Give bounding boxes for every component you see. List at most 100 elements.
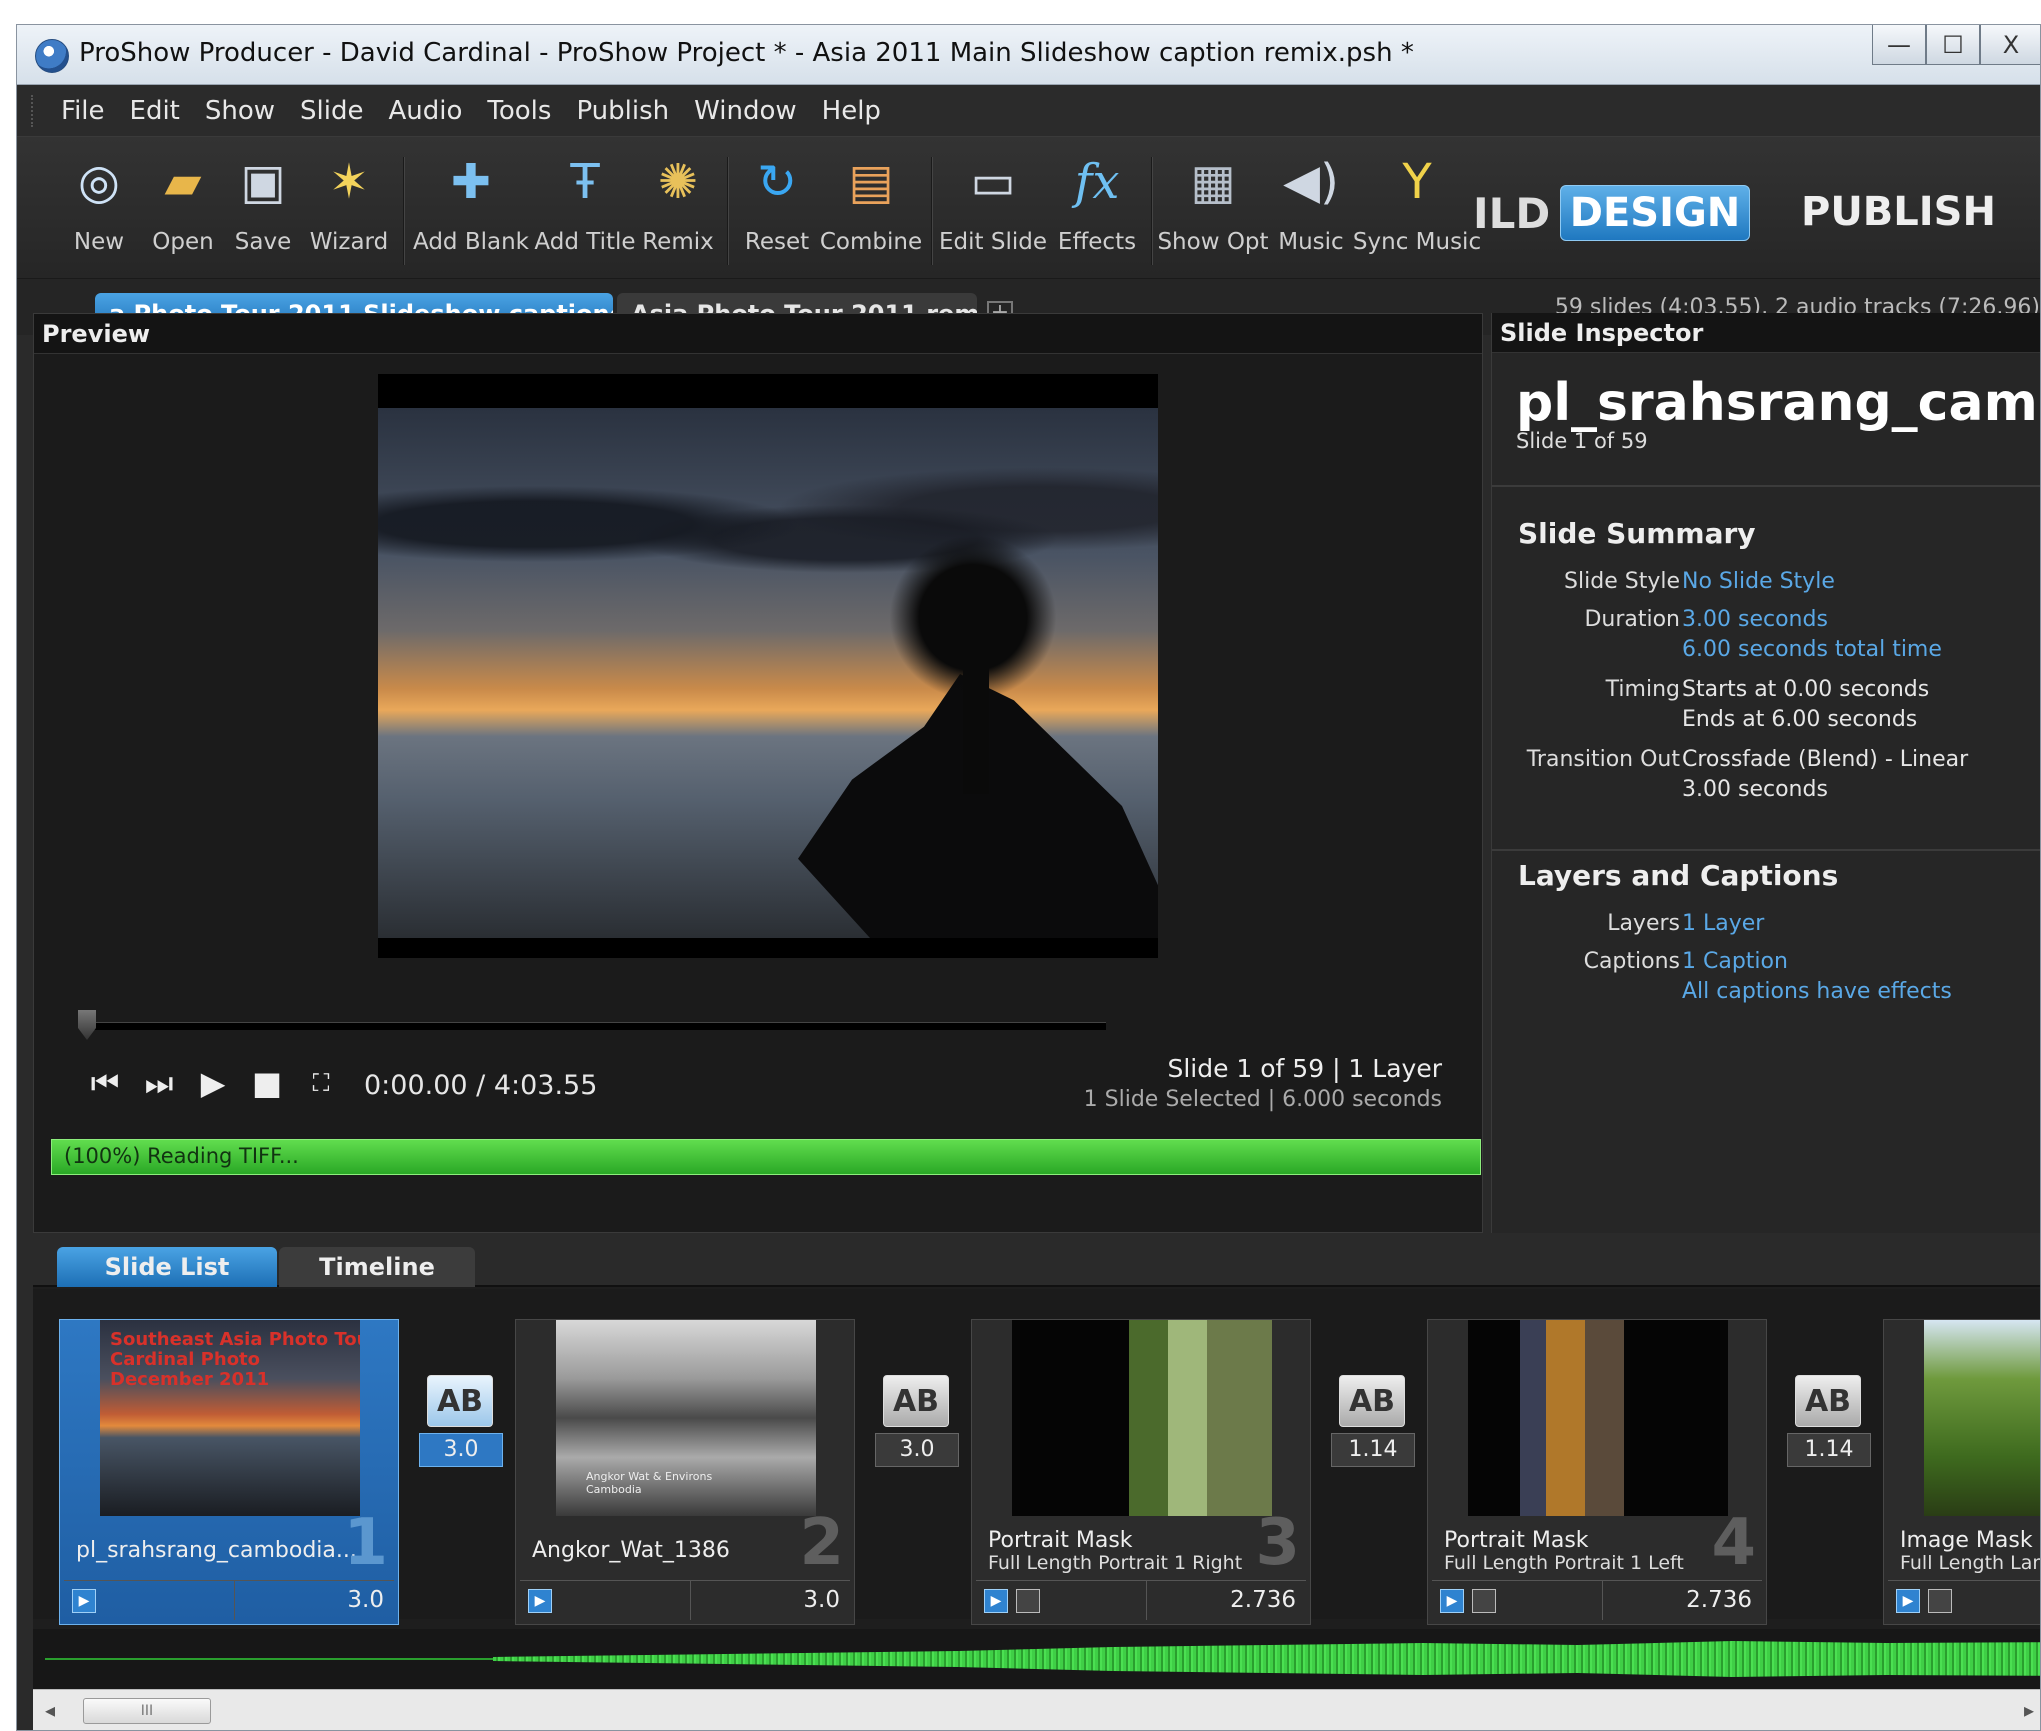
effects-fx-icon: fx [1074,154,1120,210]
play-slide-icon[interactable]: ▶ [528,1589,552,1613]
effects-button[interactable]: fx Effects [1047,145,1147,275]
transition-item[interactable]: AB 1.14 [1331,1375,1415,1475]
slide-controls: ▶ [1888,1580,2040,1620]
scrubber-handle[interactable] [78,1010,96,1040]
menu-help[interactable]: Help [822,96,881,126]
slide-position-info: Slide 1 of 59 | 1 Layer [1167,1054,1442,1083]
slide-item[interactable]: Southeast Asia Photo Tour Cardinal Photo… [59,1319,399,1625]
transition-item[interactable]: AB 3.0 [875,1375,959,1475]
layers-icon[interactable] [1472,1589,1496,1613]
show-options-icon: ▦ [1190,154,1236,210]
timing-label: Timing [1605,677,1680,702]
tab-timeline[interactable]: Timeline [279,1247,475,1287]
slide-thumbnail [1012,1320,1272,1516]
captions-effects-link[interactable]: All captions have effects [1682,979,1952,1004]
reset-button[interactable]: ↻ Reset [727,145,827,275]
transition-item[interactable]: AB 3.0 [419,1375,503,1475]
preview-panel: Preview ⏮ ⏭ ▶ ■ ⛶ 0:00.00 / 4:03.55 Slid… [33,313,1483,1233]
stop-icon[interactable]: ■ [250,1064,284,1102]
combine-label: Combine [819,229,923,255]
add-blank-button[interactable]: ✚ Add Blank [413,145,529,275]
layers-icon[interactable] [1928,1589,1952,1613]
add-title-button[interactable]: Ŧ Add Title [534,145,635,275]
slide-duration[interactable]: 3.0 [347,1587,384,1613]
slide-style-link[interactable]: No Slide Style [1682,569,1835,594]
tab-slide-list[interactable]: Slide List [57,1247,277,1287]
duration-total-link[interactable]: 6.00 seconds total time [1682,637,1942,662]
layers-icon[interactable] [1016,1589,1040,1613]
skip-back-icon[interactable]: ⏮ [88,1064,122,1102]
add-blank-slide-icon: ✚ [450,154,492,210]
slide-thumbnail: Southeast Asia Photo Tour Cardinal Photo… [100,1320,360,1516]
slide-subtitle: Full Length Portrait 1 Left [1444,1552,1684,1574]
play-icon[interactable]: ▶ [196,1064,230,1102]
menu-tools[interactable]: Tools [487,96,551,126]
scroll-left-icon[interactable]: ◂ [45,1698,55,1722]
menu-window[interactable]: Window [694,96,797,126]
music-speaker-icon: ◀) [1283,154,1339,210]
audio-track[interactable] [33,1629,2040,1689]
build-mode-button[interactable]: ILD [1473,189,1550,238]
layers-link[interactable]: 1 Layer [1682,911,1764,936]
menu-slide[interactable]: Slide [300,96,363,126]
sync-music-button[interactable]: Y Sync Music [1353,145,1481,275]
play-slide-icon[interactable]: ▶ [1440,1589,1464,1613]
edit-slide-button[interactable]: ▭ Edit Slide [939,145,1047,275]
play-slide-icon[interactable]: ▶ [1896,1589,1920,1613]
slide-item[interactable]: Portrait Mask Full Length Portrait 1 Rig… [971,1319,1311,1625]
menu-edit[interactable]: Edit [130,96,180,126]
scroll-thumb[interactable]: III [83,1698,211,1724]
slide-info: Slide 1 of 59 | 1 Layer 1 Slide Selected… [1084,1054,1442,1112]
close-button[interactable]: X [1980,25,2040,65]
add-title-slide-icon: Ŧ [570,154,600,210]
menu-show[interactable]: Show [205,96,275,126]
transition-duration[interactable]: 3.0 [419,1433,503,1467]
captions-link[interactable]: 1 Caption [1682,949,1788,974]
sync-music-label: Sync Music [1352,229,1482,255]
layers-captions-title: Layers and Captions [1518,859,1839,892]
slide-duration[interactable]: 2.736 [1230,1587,1296,1613]
play-slide-icon[interactable]: ▶ [72,1589,96,1613]
slide-item[interactable]: Image Mask Full Length Lands ▶ [1883,1319,2040,1625]
slide-name: Image Mask [1900,1528,2033,1553]
menu-file[interactable]: File [61,96,105,126]
new-disc-icon: ◎ [78,154,120,210]
transition-duration[interactable]: 1.14 [1331,1433,1415,1467]
slide-number: 4 [1711,1506,1756,1580]
slide-controls: ▶ 3.0 [520,1580,850,1620]
transition-item[interactable]: AB 1.14 [1787,1375,1871,1475]
wizard-button[interactable]: ✶ Wizard [299,145,399,275]
save-button[interactable]: ▣ Save [213,145,313,275]
show-options-button[interactable]: ▦ Show Opt [1157,145,1268,275]
transition-duration[interactable]: 1.14 [1787,1433,1871,1467]
combine-button[interactable]: ▤ Combine [820,145,922,275]
audio-waveform [493,1641,2040,1677]
slide-item[interactable]: Portrait Mask Full Length Portrait 1 Lef… [1427,1319,1767,1625]
scroll-right-icon[interactable]: ▸ [2024,1698,2034,1722]
publish-mode-button[interactable]: PUBLISH [1801,189,1996,235]
menu-audio[interactable]: Audio [388,96,462,126]
horizontal-scrollbar[interactable]: ◂ III ▸ [33,1689,2040,1730]
playback-scrubber[interactable] [86,1022,1106,1030]
design-mode-button[interactable]: DESIGN [1560,185,1750,241]
duration-link[interactable]: 3.00 seconds [1682,607,1828,632]
slide-list-panel: Slide List Timeline Southeast Asia Photo… [33,1233,2040,1730]
slide-number: 3 [1255,1506,1300,1580]
selection-info: 1 Slide Selected | 6.000 seconds [1083,1087,1442,1112]
slide-duration[interactable]: 3.0 [803,1587,840,1613]
window-title: ProShow Producer - David Cardinal - ProS… [79,38,1414,68]
play-slide-icon[interactable]: ▶ [984,1589,1008,1613]
minimize-button[interactable]: — [1872,25,1926,65]
menu-publish[interactable]: Publish [576,96,669,126]
fullscreen-icon[interactable]: ⛶ [304,1066,338,1100]
remix-icon: ✺ [657,154,699,210]
proshow-app-icon [35,39,69,73]
remix-button[interactable]: ✺ Remix [628,145,728,275]
music-button[interactable]: ◀) Music [1261,145,1361,275]
skip-forward-icon[interactable]: ⏭ [142,1064,176,1102]
transition-duration[interactable]: 3.0 [875,1433,959,1467]
slide-item[interactable]: Angkor Wat & Environs Cambodia Angkor_Wa… [515,1319,855,1625]
slide-subtitle: Full Length Lands [1900,1552,2040,1574]
maximize-button[interactable]: ☐ [1926,25,1980,65]
slide-duration[interactable]: 2.736 [1686,1587,1752,1613]
